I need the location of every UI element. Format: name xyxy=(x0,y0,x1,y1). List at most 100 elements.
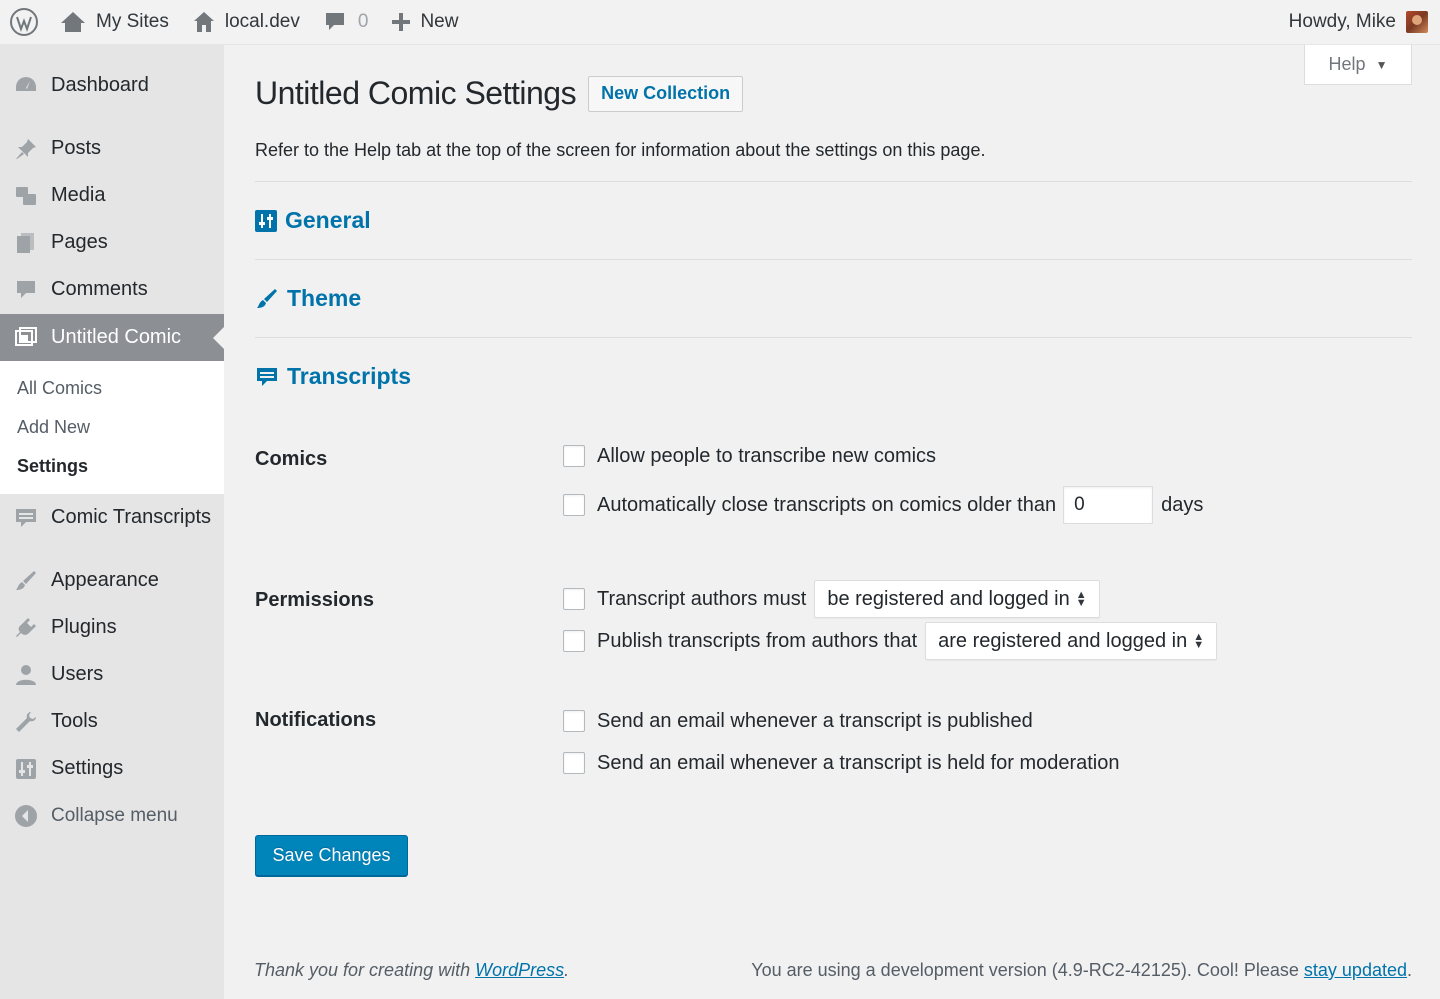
sidebar-item-label: Users xyxy=(51,663,104,685)
save-changes-button[interactable]: Save Changes xyxy=(255,835,408,876)
brush-icon xyxy=(12,567,40,595)
pin-icon xyxy=(12,135,40,163)
notifications-row: Notifications Send an email whenever a t… xyxy=(255,706,1412,778)
new-label: New xyxy=(420,11,459,32)
comment-bubble-icon xyxy=(324,11,346,33)
email-published-checkbox[interactable] xyxy=(563,710,585,732)
select-arrows-icon: ▲ ▼ xyxy=(1193,631,1205,651)
version-suffix: . xyxy=(1406,960,1412,980)
transcribe-label: Allow people to transcribe new comics xyxy=(597,444,937,467)
sidebar-item-label: Plugins xyxy=(51,616,117,638)
footer-version: You are using a development version (4.9… xyxy=(751,960,1412,981)
sidebar-item-untitled-comic[interactable]: Untitled Comic xyxy=(0,314,224,361)
publish-from-option: Publish transcripts from authors that ar… xyxy=(563,622,1218,660)
sidebar-item-label: Settings xyxy=(51,757,124,779)
site-name-label: local.dev xyxy=(224,11,300,32)
sidebar-item-label: Tools xyxy=(51,710,98,732)
collapse-arrow-icon xyxy=(12,802,40,830)
sidebar-item-settings[interactable]: Settings xyxy=(0,745,224,792)
publish-from-select[interactable]: are registered and logged in ▲ ▼ xyxy=(925,622,1218,660)
footer-thanks: Thank you for creating with WordPress. xyxy=(254,960,569,981)
publish-from-value: are registered and logged in xyxy=(938,629,1188,652)
footer: Thank you for creating with WordPress. Y… xyxy=(254,960,1412,981)
publish-from-checkbox[interactable] xyxy=(563,630,585,652)
transcript-icon xyxy=(257,367,277,386)
thanks-prefix: Thank you for creating with xyxy=(254,960,476,980)
sidebar-item-appearance[interactable]: Appearance xyxy=(0,557,224,604)
comment-icon xyxy=(12,276,40,304)
version-text: You are using a development version (4.9… xyxy=(751,960,1304,980)
thanks-suffix: . xyxy=(564,960,570,980)
wordpress-logo-icon[interactable] xyxy=(0,0,48,45)
howdy-label: Howdy, Mike xyxy=(1288,11,1396,32)
plus-icon xyxy=(392,13,411,31)
admin-sidebar: Dashboard Posts Media Pages Comments Unt… xyxy=(0,45,224,999)
intro-text: Refer to the Help tab at the top of the … xyxy=(255,140,986,160)
permissions-row: Permissions Transcript authors must be r… xyxy=(255,580,1412,660)
collapse-menu-button[interactable]: Collapse menu xyxy=(0,792,224,839)
comments-menu[interactable]: 0 xyxy=(312,0,381,45)
days-label: days xyxy=(1161,493,1204,516)
comics-label: Comics xyxy=(255,448,328,470)
sliders-icon xyxy=(255,209,277,232)
stay-updated-link[interactable]: stay updated xyxy=(1304,960,1407,980)
submenu-add-new[interactable]: Add New xyxy=(0,408,224,447)
new-collection-button[interactable]: New Collection xyxy=(588,75,744,112)
wrench-icon xyxy=(12,708,40,736)
sidebar-item-label: Comic Transcripts xyxy=(51,506,212,528)
transcribe-checkbox[interactable] xyxy=(563,445,585,467)
sidebar-item-label: Media xyxy=(51,184,106,206)
pages-icon xyxy=(12,229,40,257)
help-tab-button[interactable]: Help ▼ xyxy=(1304,45,1412,85)
dashboard-icon xyxy=(12,72,40,100)
admin-bar: My Sites local.dev 0 New Howdy, Mike xyxy=(0,0,1440,45)
my-sites-menu[interactable]: My Sites xyxy=(48,0,181,45)
brush-icon xyxy=(257,288,277,308)
authors-must-value: be registered and logged in xyxy=(827,587,1070,610)
autoclose-checkbox[interactable] xyxy=(563,494,585,516)
sidebar-item-pages[interactable]: Pages xyxy=(0,219,224,266)
email-moderation-option: Send an email whenever a transcript is h… xyxy=(563,748,1120,778)
days-input[interactable]: 0 xyxy=(1063,486,1154,524)
plug-icon xyxy=(12,614,40,642)
my-sites-label: My Sites xyxy=(96,11,169,32)
account-menu[interactable]: Howdy, Mike xyxy=(1277,0,1440,45)
main-content: Help ▼ Untitled Comic Settings New Colle… xyxy=(255,45,1412,876)
transcript-icon xyxy=(12,504,40,532)
section-theme-label: Theme xyxy=(287,285,362,311)
sliders-icon xyxy=(12,755,40,783)
sidebar-item-dashboard[interactable]: Dashboard xyxy=(0,62,224,109)
sidebar-item-tools[interactable]: Tools xyxy=(0,698,224,745)
sidebar-item-comments[interactable]: Comments xyxy=(0,266,224,313)
page-title: Untitled Comic Settings xyxy=(255,75,577,111)
new-content-menu[interactable]: New xyxy=(380,0,470,45)
section-theme[interactable]: Theme xyxy=(255,259,1412,337)
submenu-all-comics[interactable]: All Comics xyxy=(0,369,224,408)
wordpress-link[interactable]: WordPress xyxy=(475,960,564,980)
sidebar-item-label: Comments xyxy=(51,278,148,300)
section-general[interactable]: General xyxy=(255,181,1412,259)
sidebar-item-posts[interactable]: Posts xyxy=(0,125,224,172)
avatar xyxy=(1406,11,1428,33)
submenu-settings[interactable]: Settings xyxy=(0,447,224,486)
permissions-label: Permissions xyxy=(255,589,374,611)
comic-icon xyxy=(12,324,40,352)
email-moderation-checkbox[interactable] xyxy=(563,752,585,774)
sidebar-item-plugins[interactable]: Plugins xyxy=(0,604,224,651)
email-published-option: Send an email whenever a transcript is p… xyxy=(563,706,1120,736)
sidebar-item-label: Pages xyxy=(51,231,108,253)
authors-must-checkbox[interactable] xyxy=(563,588,585,610)
sidebar-item-users[interactable]: Users xyxy=(0,651,224,698)
sidebar-item-comic-transcripts[interactable]: Comic Transcripts xyxy=(0,494,224,541)
sites-icon xyxy=(60,11,86,33)
authors-must-select[interactable]: be registered and logged in ▲ ▼ xyxy=(814,580,1100,618)
sidebar-item-media[interactable]: Media xyxy=(0,172,224,219)
site-name-menu[interactable]: local.dev xyxy=(181,0,312,45)
comments-count: 0 xyxy=(357,11,369,32)
email-moderation-label: Send an email whenever a transcript is h… xyxy=(597,751,1120,774)
comics-row: Comics Allow people to transcribe new co… xyxy=(255,435,1412,524)
section-transcripts[interactable]: Transcripts xyxy=(255,337,1412,415)
sidebar-item-label: Appearance xyxy=(51,569,159,591)
collapse-menu-label: Collapse menu xyxy=(51,804,178,826)
authors-must-option: Transcript authors must be registered an… xyxy=(563,580,1217,618)
